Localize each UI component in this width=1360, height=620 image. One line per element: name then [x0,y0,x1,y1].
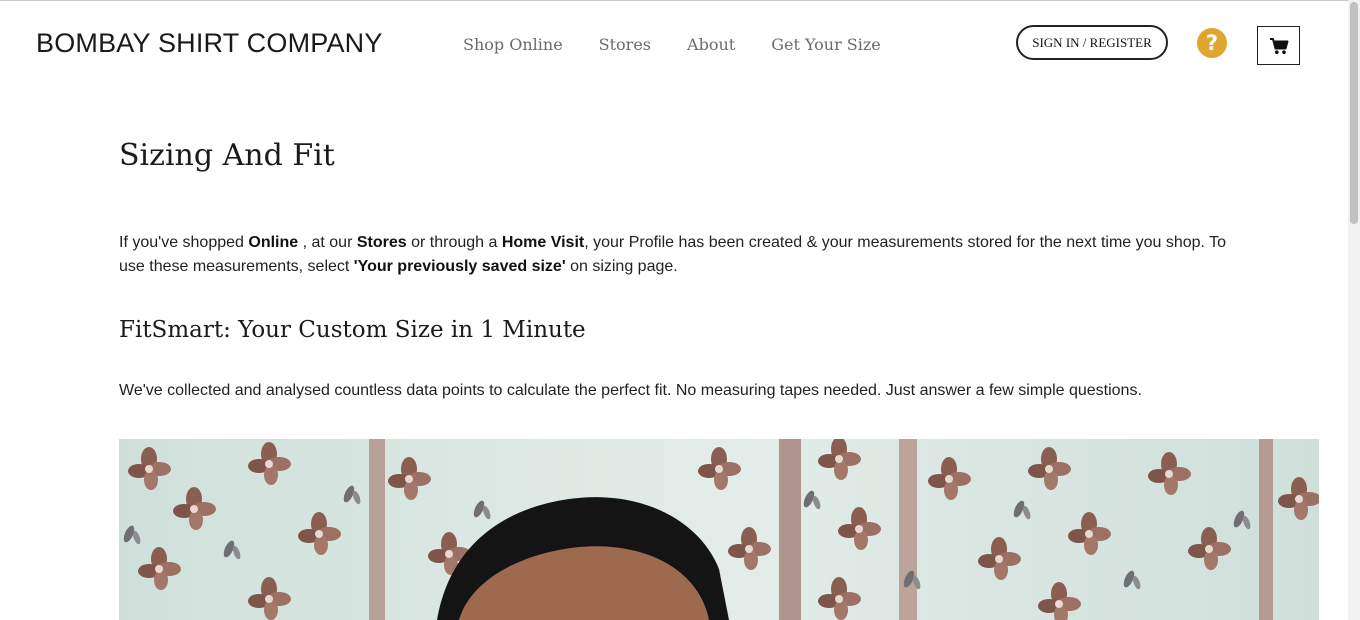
intro-online: Online [248,234,299,251]
shopping-cart-icon [1269,37,1288,54]
nav-shop-online[interactable]: Shop Online [463,35,563,54]
scrollbar-thumb[interactable] [1350,2,1358,224]
intro-text-5: on sizing page. [565,258,678,275]
cart-button[interactable] [1257,26,1300,65]
intro-text-2: , at our [298,234,357,251]
intro-text-1: If you've shopped [119,234,249,251]
brand-logo[interactable]: BOMBAY SHIRT COMPANY [36,28,383,59]
intro-paragraph: If you've shopped Online , at our Stores… [119,231,1234,279]
page-title: Sizing And Fit [119,138,335,173]
site-header: BOMBAY SHIRT COMPANY Shop Online Stores … [0,1,1348,86]
intro-stores: Stores [356,234,407,251]
fitsmart-heading: FitSmart: Your Custom Size in 1 Minute [119,317,586,343]
nav-stores[interactable]: Stores [599,35,651,54]
fitsmart-video[interactable] [119,439,1319,620]
nav-get-your-size[interactable]: Get Your Size [771,35,881,54]
main-nav: Shop Online Stores About Get Your Size [463,35,881,54]
sign-in-register-button[interactable]: SIGN IN / REGISTER [1016,25,1168,60]
nav-about[interactable]: About [687,35,735,54]
intro-saved-size: 'Your previously saved size' [353,258,566,275]
fitsmart-description: We've collected and analysed countless d… [119,382,1142,399]
video-frame-image [119,439,1319,620]
page-scrollbar[interactable] [1348,0,1360,620]
intro-text-3: or through a [406,234,502,251]
question-circle-icon[interactable]: ? [1197,28,1227,58]
intro-home-visit: Home Visit [501,234,585,251]
